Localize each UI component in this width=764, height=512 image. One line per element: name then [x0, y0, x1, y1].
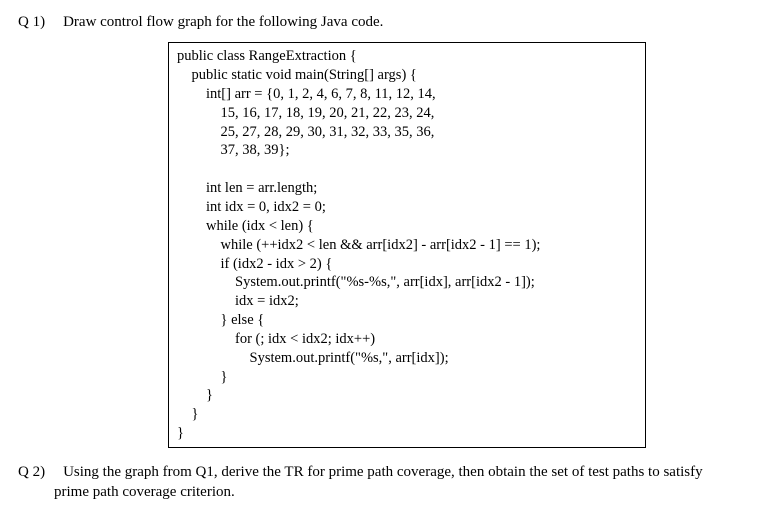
code-line: public class RangeExtraction {: [177, 48, 357, 64]
code-line: }: [177, 406, 198, 422]
code-line: System.out.printf("%s-%s,", arr[idx], ar…: [177, 274, 535, 290]
code-line: while (++idx2 < len && arr[idx2] - arr[i…: [177, 237, 540, 253]
question-1: Q 1) Draw control flow graph for the foll…: [18, 12, 746, 32]
code-line: System.out.printf("%s,", arr[idx]);: [177, 350, 449, 366]
code-line: int[] arr = {0, 1, 2, 4, 6, 7, 8, 11, 12…: [177, 86, 436, 102]
code-line: public static void main(String[] args) {: [177, 67, 417, 83]
code-line: for (; idx < idx2; idx++): [177, 331, 375, 347]
code-line: idx = idx2;: [177, 293, 299, 309]
code-line: 37, 38, 39};: [177, 142, 290, 158]
code-line: }: [177, 425, 184, 441]
code-line: 15, 16, 17, 18, 19, 20, 21, 22, 23, 24,: [177, 105, 434, 121]
code-block: public class RangeExtraction { public st…: [168, 42, 646, 448]
question-2: Q 2) Using the graph from Q1, derive the …: [18, 462, 746, 503]
code-line: int idx = 0, idx2 = 0;: [177, 199, 326, 215]
code-line: 25, 27, 28, 29, 30, 31, 32, 33, 35, 36,: [177, 124, 434, 140]
q1-prompt: Draw control flow graph for the followin…: [63, 14, 383, 30]
q2-prompt-part2: prime path coverage criterion.: [18, 482, 746, 502]
q2-label: Q 2): [18, 462, 45, 482]
q2-line1: Q 2) Using the graph from Q1, derive the …: [18, 462, 746, 482]
code-line: }: [177, 387, 213, 403]
code-line: int len = arr.length;: [177, 180, 317, 196]
code-line: while (idx < len) {: [177, 218, 314, 234]
code-line: } else {: [177, 312, 264, 328]
code-line: if (idx2 - idx > 2) {: [177, 256, 332, 272]
code-line: }: [177, 369, 227, 385]
q1-label: Q 1): [18, 12, 45, 32]
q2-prompt-part1: Using the graph from Q1, derive the TR f…: [63, 464, 703, 480]
